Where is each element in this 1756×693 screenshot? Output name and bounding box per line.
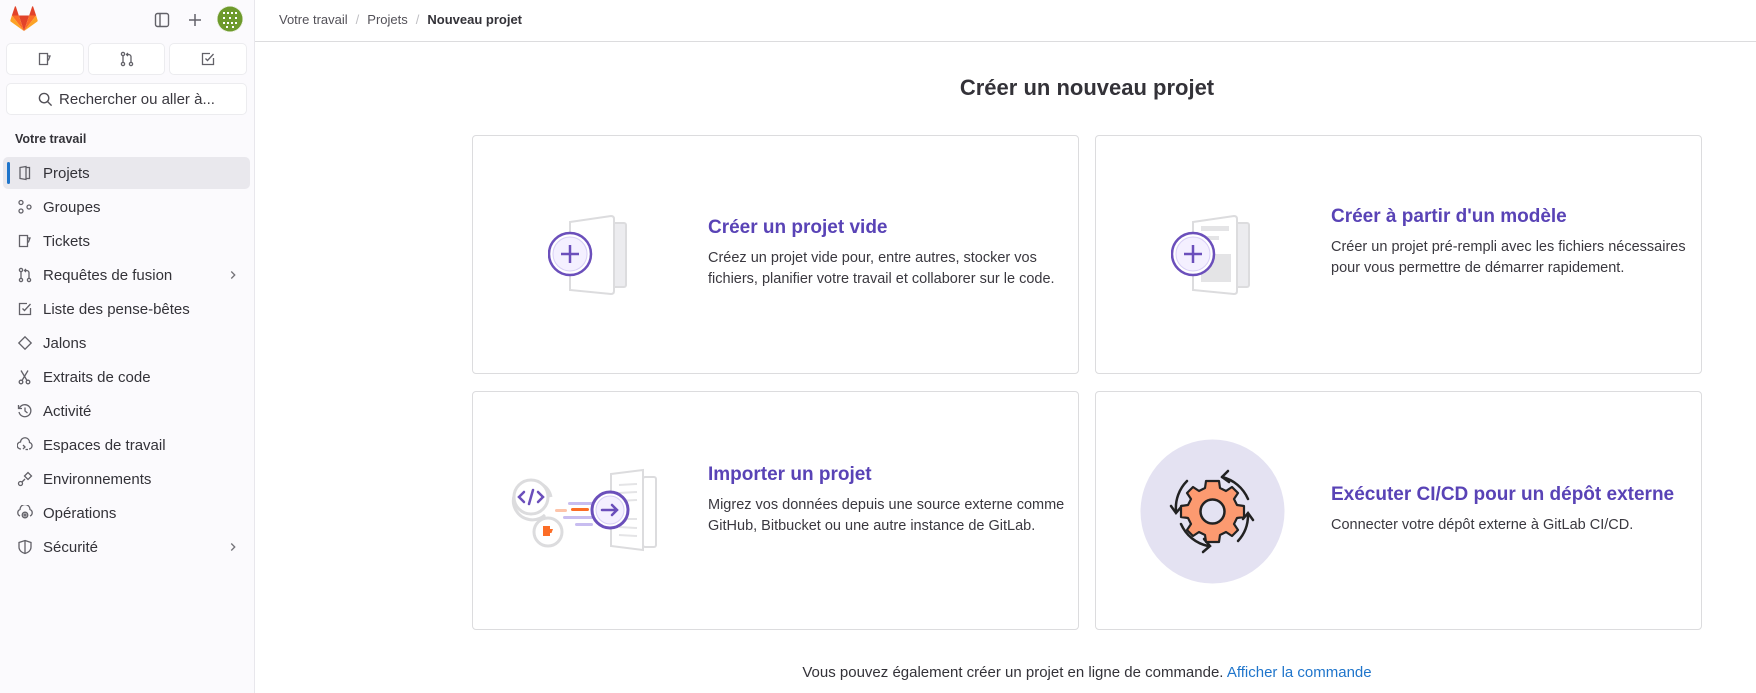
create-from-template-card[interactable]: Créer à partir d'un modèle Créer un proj… [1095,135,1702,374]
merge-requests-button[interactable] [88,44,165,74]
milestone-icon [17,335,33,351]
todo-icon [202,52,215,66]
sidebar-item-label: Groupes [43,198,101,216]
issues-icon [38,52,51,66]
import-project-card[interactable]: Importer un projet Migrez vos données de… [472,391,1079,630]
breadcrumb-current: Nouveau projet [427,12,522,27]
quick-actions [7,44,247,74]
cicd-gear-illustration [1140,439,1285,584]
merge-request-icon [18,267,32,283]
shield-icon [18,539,32,555]
sidebar-item-label: Requêtes de fusion [43,266,173,284]
card-description: Créer un projet pré-rempli avec les fich… [1331,239,1686,276]
command-line-hint: Vous pouvez également créer un projet en… [472,664,1702,681]
breadcrumb: Votre travail / Projets / Nouveau projet [279,12,522,27]
sidebar-item-security[interactable]: Sécurité [3,531,250,563]
assigned-issues-button[interactable] [7,44,83,74]
snippet-icon [18,370,31,385]
card-description: Créez un projet vide pour, entre autres,… [708,250,1055,287]
plus-icon [189,14,201,26]
search-button[interactable]: Rechercher ou aller à... [7,84,246,114]
toggle-sidebar-button[interactable] [150,8,174,32]
workspace-icon [17,437,33,451]
import-project-illustration [511,468,657,552]
page-title: Créer un nouveau projet [959,75,1215,100]
sidebar-item-label: Sécurité [43,538,99,556]
search-icon [38,92,53,106]
sidebar: Rechercher ou aller à... Votre travail P… [0,0,255,693]
sidebar-item-activity[interactable]: Activité [3,395,250,427]
blank-project-illustration [548,214,627,296]
issues-icon [18,234,31,248]
avatar-identicon [217,6,243,32]
sidebar-item-label: Espaces de travail [43,436,166,454]
chevron-right-icon [230,271,236,279]
todos-button[interactable] [170,44,247,74]
sidebar-item-operations[interactable]: Opérations [3,497,250,529]
sidebar-item-label: Activité [43,402,92,420]
show-command-link[interactable]: Afficher la commande [1227,664,1372,681]
sidebar-item-label: Tickets [43,232,90,250]
sidebar-item-issues[interactable]: Tickets [3,225,250,257]
merge-request-icon [120,51,133,67]
environment-icon [17,471,33,487]
card-description: Connecter votre dépôt externe à GitLab C… [1331,517,1634,533]
project-icon [19,165,31,181]
sidebar-item-merge-requests[interactable]: Requêtes de fusion [3,259,250,291]
breadcrumb-separator: / [415,12,420,27]
sidebar-item-label: Opérations [43,504,117,522]
sidebar-toggle-icon [154,12,170,28]
history-icon [17,404,32,418]
sidebar-item-label: Jalons [43,334,87,352]
create-new-button[interactable] [183,8,207,32]
breadcrumb-your-work[interactable]: Votre travail [279,12,348,27]
sidebar-section-title: Votre travail [15,132,87,146]
breadcrumb-separator: / [355,12,360,27]
sidebar-item-label: Projets [43,164,90,182]
card-title: Créer un projet vide [708,217,888,238]
card-title: Exécuter CI/CD pour un dépôt externe [1331,484,1675,505]
sidebar-item-label: Extraits de code [43,368,151,386]
card-description: Migrez vos données depuis une source ext… [708,497,1065,534]
card-title: Créer à partir d'un modèle [1331,206,1567,227]
sidebar-top-bar [0,0,255,40]
sidebar-item-projects[interactable]: Projets [3,157,250,189]
sidebar-item-snippets[interactable]: Extraits de code [3,361,250,393]
top-header: Votre travail / Projets / Nouveau projet [255,0,1756,42]
card-title: Importer un projet [708,464,872,485]
create-blank-project-card[interactable]: Créer un projet vide Créez un projet vid… [472,135,1079,374]
template-project-illustration [1171,214,1250,296]
sidebar-item-environments[interactable]: Environnements [3,463,250,495]
sidebar-nav: Projets Groupes Tickets Requêtes de fusi… [3,157,250,565]
user-avatar[interactable] [217,6,243,32]
breadcrumb-projects[interactable]: Projets [367,12,407,27]
sidebar-item-label: Environnements [43,470,152,488]
sidebar-item-label: Liste des pense-bêtes [43,300,190,318]
sidebar-item-workspaces[interactable]: Espaces de travail [3,429,250,461]
search-placeholder: Rechercher ou aller à... [59,90,215,108]
sidebar-item-groups[interactable]: Groupes [3,191,250,223]
operations-icon [17,505,33,519]
group-icon [18,199,32,214]
command-line-hint-text: Vous pouvez également créer un projet en… [802,664,1224,681]
gitlab-logo-icon[interactable] [10,6,38,32]
sidebar-item-todos[interactable]: Liste des pense-bêtes [3,293,250,325]
run-cicd-external-repo-card[interactable]: Exécuter CI/CD pour un dépôt externe Con… [1095,391,1702,630]
sidebar-item-milestones[interactable]: Jalons [3,327,250,359]
chevron-right-icon [230,543,236,551]
todo-icon [18,302,32,316]
